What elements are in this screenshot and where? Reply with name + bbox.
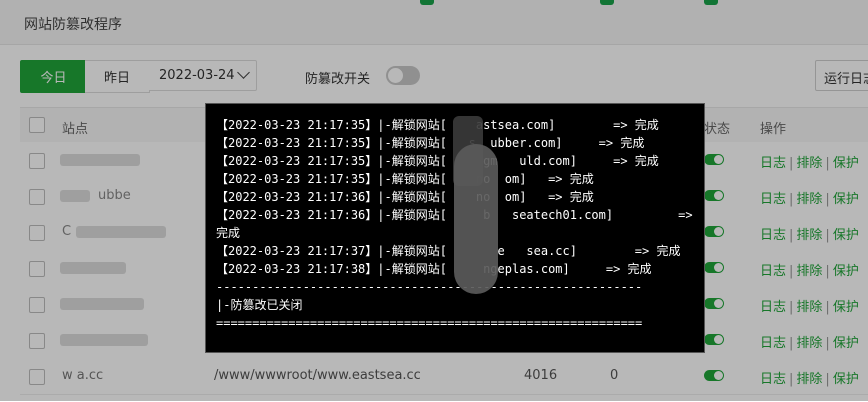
terminal-separator: ========================================…	[216, 316, 643, 330]
redaction-mark	[454, 144, 498, 294]
terminal-line: |-防篡改已关闭	[216, 298, 303, 312]
terminal-log-dialog: 【2022-03-23 21:17:35】|-解锁网站[ astsea.com]…	[205, 103, 705, 353]
